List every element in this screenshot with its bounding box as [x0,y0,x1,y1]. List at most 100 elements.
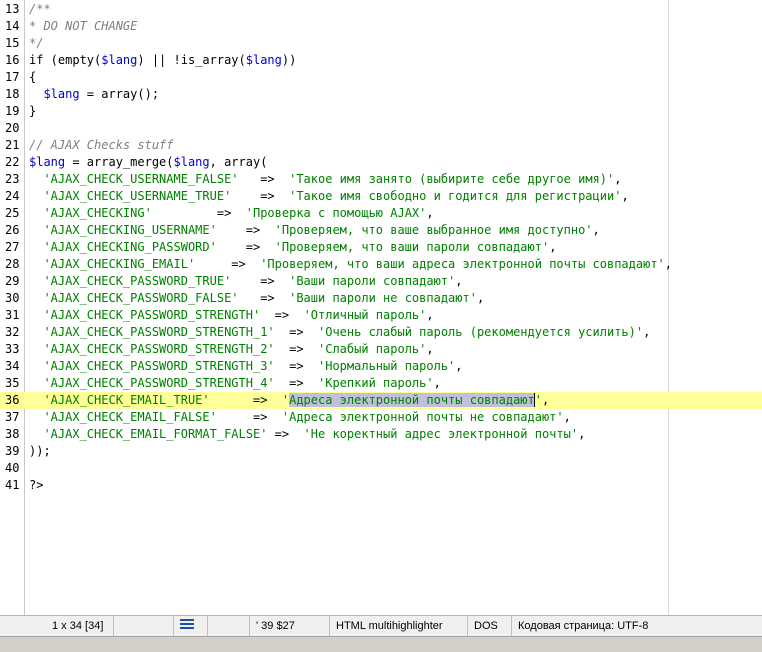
code-line[interactable]: 28 'AJAX_CHECKING_EMAIL' => 'Проверяем, … [0,256,762,273]
code-token: => [238,172,290,186]
code-line[interactable]: 16 if (empty($lang) || !is_array($lang)) [0,52,762,69]
code-text[interactable]: */ [29,35,43,52]
code-line[interactable]: 14 * DO NOT CHANGE [0,18,762,35]
code-token: 'AJAX_CHECK_PASSWORD_FALSE' [43,291,239,305]
code-line[interactable]: 35 'AJAX_CHECK_PASSWORD_STRENGTH_4' => '… [0,375,762,392]
code-text[interactable]: 'AJAX_CHECKING_USERNAME' => 'Проверяем, … [29,222,599,239]
cursor-position[interactable]: 1 x 34 [34] [0,616,114,636]
code-text[interactable]: $lang = array(); [29,86,159,103]
code-text[interactable]: 'AJAX_CHECK_USERNAME_FALSE' => 'Такое им… [29,171,621,188]
code-line[interactable]: 23 'AJAX_CHECK_USERNAME_FALSE' => 'Такое… [0,171,762,188]
code-text[interactable]: 'AJAX_CHECKING_EMAIL' => 'Проверяем, что… [29,256,672,273]
code-token: $lang [43,87,80,101]
code-line[interactable]: 18 $lang = array(); [0,86,762,103]
code-text[interactable]: } [29,103,36,120]
code-text[interactable]: 'AJAX_CHECK_EMAIL_FORMAT_FALSE' => 'Не к… [29,426,585,443]
code-text[interactable]: 'AJAX_CHECKING_PASSWORD' => 'Проверяем, … [29,239,556,256]
code-token: => [274,325,318,339]
code-line[interactable]: 39)); [0,443,762,460]
code-token: 'AJAX_CHECK_PASSWORD_STRENGTH' [43,308,261,322]
code-line[interactable]: 34 'AJAX_CHECK_PASSWORD_STRENGTH_3' => '… [0,358,762,375]
code-token: => [216,240,275,254]
status-icon-cell[interactable] [174,616,208,636]
code-text[interactable]: 'AJAX_CHECK_PASSWORD_FALSE' => 'Ваши пар… [29,290,484,307]
code-line[interactable]: 24 'AJAX_CHECK_USERNAME_TRUE' => 'Такое … [0,188,762,205]
code-token: => [195,257,261,271]
code-line[interactable]: 20 [0,120,762,137]
line-number: 35 [5,376,20,390]
code-line[interactable]: 13 /** [0,1,762,18]
code-line[interactable]: 26 'AJAX_CHECKING_USERNAME' => 'Проверяе… [0,222,762,239]
line-number: 24 [5,189,20,203]
code-line[interactable]: 40 [0,460,762,477]
code-line[interactable]: 41 ?> [0,477,762,494]
code-token: 'Проверяем, что ваши адреса электронной … [260,257,665,271]
code-line[interactable]: 27 'AJAX_CHECKING_PASSWORD' => 'Проверяе… [0,239,762,256]
code-text[interactable]: 'AJAX_CHECKING' => 'Проверка с помощью A… [29,205,433,222]
code-text[interactable]: 'AJAX_CHECK_USERNAME_TRUE' => 'Такое имя… [29,188,628,205]
code-line[interactable]: 17 { [0,69,762,86]
code-line[interactable]: 21 // AJAX Checks stuff [0,137,762,154]
code-text[interactable]: 'AJAX_CHECK_PASSWORD_STRENGTH_1' => 'Оче… [29,324,650,341]
code-token: , [426,308,434,322]
code-token: } [29,104,37,118]
code-line[interactable]: 31 'AJAX_CHECK_PASSWORD_STRENGTH' => 'От… [0,307,762,324]
code-token: => [260,308,304,322]
code-line[interactable]: 32 'AJAX_CHECK_PASSWORD_STRENGTH_1' => '… [0,324,762,341]
code-text[interactable]: 'AJAX_CHECK_PASSWORD_STRENGTH_2' => 'Сла… [29,341,433,358]
status-bar: 1 x 34 [34] ' 39 $27 HTML multihighlight… [0,615,762,636]
line-number: 34 [5,359,20,373]
line-number: 30 [5,291,20,305]
code-line[interactable]: 15 */ [0,35,762,52]
code-text[interactable]: 'AJAX_CHECK_PASSWORD_STRENGTH' => 'Отлич… [29,307,434,324]
code-line[interactable]: 38 'AJAX_CHECK_EMAIL_FORMAT_FALSE' => 'Н… [0,426,762,443]
code-token: 'AJAX_CHECK_EMAIL_FORMAT_FALSE' [43,427,268,441]
code-line[interactable]: 19} [0,103,762,120]
code-token: ) || !is_array( [137,53,246,67]
code-text[interactable]: )); [29,443,51,460]
code-line[interactable]: 22 $lang = array_merge($lang, array( [0,154,762,171]
code-text[interactable]: 'AJAX_CHECK_PASSWORD_TRUE' => 'Ваши паро… [29,273,462,290]
code-text[interactable]: { [29,69,36,86]
code-token: => [216,223,275,237]
line-number: 20 [5,121,20,135]
code-token: if (empty( [29,53,102,67]
code-text[interactable]: 'AJAX_CHECK_EMAIL_FALSE' => 'Адреса элек… [29,409,570,426]
code-token: => [231,189,290,203]
line-number: 33 [5,342,20,356]
code-token: )); [29,444,51,458]
code-token: 'Отличный пароль' [303,308,427,322]
encoding[interactable]: Кодовая страница: UTF-8 [512,616,762,636]
code-text[interactable]: 'AJAX_CHECK_EMAIL_TRUE' => 'Адреса элект… [29,392,549,409]
code-token: => [274,342,318,356]
line-number: 37 [5,410,20,424]
code-line[interactable]: 30 'AJAX_CHECK_PASSWORD_FALSE' => 'Ваши … [0,290,762,307]
line-number: 41 [5,478,20,492]
line-number: 18 [5,87,20,101]
line-number: 14 [5,19,20,33]
code-text[interactable]: if (empty($lang) || !is_array($lang)) [29,52,296,69]
line-endings[interactable]: DOS [468,616,512,636]
code-token: => [151,206,246,220]
code-line[interactable]: 33 'AJAX_CHECK_PASSWORD_STRENGTH_2' => '… [0,341,762,358]
code-token: , [541,393,550,407]
code-line-current[interactable]: 36 'AJAX_CHECK_EMAIL_TRUE' => 'Адреса эл… [0,392,762,409]
code-editor[interactable]: 13/** 14 * DO NOT CHANGE 15 */16 if (empty($l… [0,0,762,615]
code-line[interactable]: 25 'AJAX_CHECKING' => 'Проверка с помощь… [0,205,762,222]
code-text[interactable]: $lang = array_merge($lang, array( [29,154,267,171]
code-text[interactable]: 'AJAX_CHECK_PASSWORD_STRENGTH_4' => 'Кре… [29,375,440,392]
code-text[interactable]: // AJAX Checks stuff [29,137,174,154]
code-text[interactable]: 'AJAX_CHECK_PASSWORD_STRENGTH_3' => 'Нор… [29,358,462,375]
code-line[interactable]: 29 'AJAX_CHECK_PASSWORD_TRUE' => 'Ваши п… [0,273,762,290]
code-text[interactable]: /** [29,1,51,18]
code-line[interactable]: 37 'AJAX_CHECK_EMAIL_FALSE' => 'Адреса э… [0,409,762,426]
code-text[interactable]: ?> [29,477,43,494]
code-text[interactable]: * DO NOT CHANGE [29,18,137,35]
line-number: 32 [5,325,20,339]
syntax-mode[interactable]: HTML multihighlighter [330,616,468,636]
